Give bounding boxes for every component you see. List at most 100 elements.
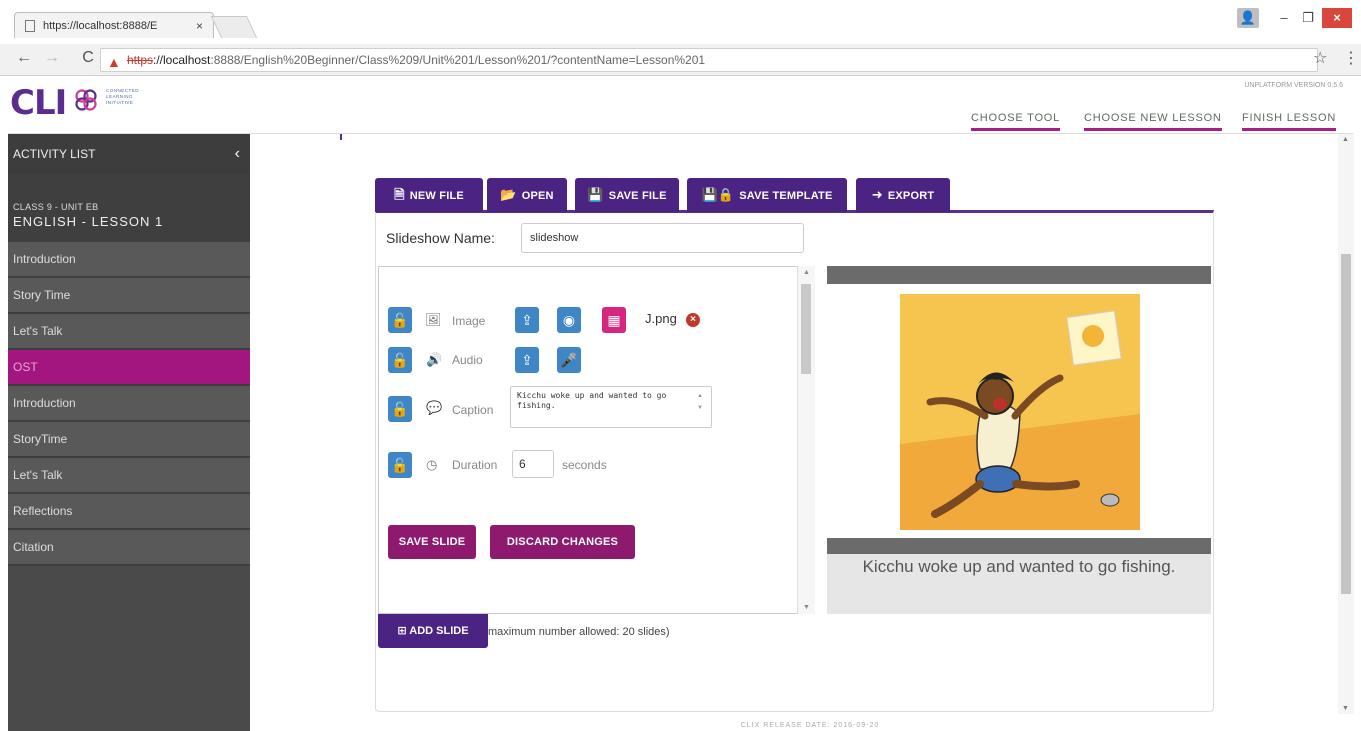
preview-top-bar	[827, 266, 1211, 284]
back-icon[interactable]: ←	[14, 49, 34, 67]
minimize-icon[interactable]: –	[1272, 8, 1296, 28]
page-scroll-thumb[interactable]	[1341, 254, 1351, 594]
caption-lock-icon[interactable]: 🔓	[388, 396, 412, 422]
forward-icon[interactable]: →	[42, 49, 62, 67]
remove-image-icon[interactable]: ×	[686, 313, 700, 327]
activity-sidebar: ACTIVITY LIST ‹ CLASS 9 - UNIT EB ENGLIS…	[8, 134, 250, 731]
image-label: Image	[452, 314, 486, 328]
file-icon: 🗎	[394, 187, 405, 202]
save-file-button[interactable]: 💾 SAVE FILE	[575, 178, 679, 212]
max-slides-note: maximum number allowed: 20 slides)	[488, 626, 670, 638]
reload-icon[interactable]: C	[78, 49, 98, 67]
slide-editor	[378, 266, 815, 614]
audio-lock-icon[interactable]: 🔓	[388, 347, 412, 373]
image-upload-icon[interactable]: ⇪	[515, 307, 539, 333]
scroll-down-icon[interactable]: ▼	[803, 604, 810, 611]
audio-label: Audio	[452, 353, 483, 367]
plus-icon: ⊞	[397, 625, 410, 637]
nav-finish-lesson[interactable]: FINISH LESSON	[1242, 112, 1337, 131]
browser-tab[interactable]: https://localhost:8888/E ×	[14, 12, 214, 38]
sidebar-item-lets-talk[interactable]: Let's Talk	[8, 314, 250, 350]
lesson-title: ENGLISH - LESSON 1	[13, 214, 164, 229]
save-template-label: SAVE TEMPLATE	[739, 190, 833, 202]
duration-input[interactable]	[512, 450, 554, 478]
caption-scroll-arrows[interactable]: ▲ ▼	[697, 390, 703, 414]
activity-list-header: ACTIVITY LIST ‹	[8, 134, 250, 174]
new-file-button[interactable]: 🗎 NEW FILE	[375, 178, 483, 212]
version-label: UNPLATFORM VERSION 0.5.6	[1244, 82, 1343, 89]
duration-lock-icon[interactable]: 🔓	[388, 452, 412, 478]
browser-menu-icon[interactable]: ⋮	[1343, 48, 1359, 68]
logo-flower-icon	[75, 89, 97, 111]
maximize-icon[interactable]: ❐	[1296, 8, 1320, 28]
slide-illustration	[900, 294, 1140, 530]
duration-unit: seconds	[562, 458, 607, 472]
image-icon: 🖼	[425, 312, 442, 327]
app-header: CLI CONNECTED LEARNING INITIATIVE UNPLAT…	[8, 76, 1353, 134]
folder-open-icon: 📂	[500, 187, 517, 202]
image-lock-icon[interactable]: 🔓	[388, 307, 412, 333]
save-file-label: SAVE FILE	[608, 190, 667, 202]
save-template-button[interactable]: 💾🔒 SAVE TEMPLATE	[687, 178, 847, 212]
browser-tab-strip: https://localhost:8888/E × 👤 – ❐ ×	[0, 0, 1361, 44]
sidebar-item-storytime[interactable]: StoryTime	[8, 422, 250, 458]
duration-label: Duration	[452, 458, 498, 472]
tab-close-icon[interactable]: ×	[196, 13, 203, 39]
sidebar-item-citation[interactable]: Citation	[8, 530, 250, 566]
save-slide-button[interactable]: SAVE SLIDE	[388, 525, 476, 559]
tab-title: https://localhost:8888/E	[43, 20, 158, 32]
editor-scroll-thumb[interactable]	[801, 284, 811, 374]
sidebar-item-story-time[interactable]: Story Time	[8, 278, 250, 314]
sidebar-item-ost[interactable]: OST	[8, 350, 250, 386]
audio-upload-icon[interactable]: ⇪	[515, 347, 539, 373]
clock-icon: ◷	[426, 457, 438, 472]
address-bar[interactable]: ▲ https://localhost:8888/English%20Begin…	[100, 48, 1318, 72]
editor-scrollbar[interactable]: ▲ ▼	[797, 266, 815, 614]
new-file-label: NEW FILE	[409, 190, 464, 202]
microphone-icon[interactable]: 🎤	[557, 347, 581, 373]
scroll-up-icon[interactable]: ▲	[803, 269, 810, 276]
speech-bubble-icon: 💬	[426, 400, 443, 415]
sidebar-item-reflections[interactable]: Reflections	[8, 494, 250, 530]
user-icon[interactable]: 👤	[1237, 8, 1259, 28]
nav-choose-new-lesson[interactable]: CHOOSE NEW LESSON	[1084, 112, 1222, 131]
slideshow-name-input[interactable]	[521, 223, 804, 253]
sidebar-item-introduction[interactable]: Introduction	[8, 242, 250, 278]
discard-changes-button[interactable]: DISCARD CHANGES	[490, 525, 635, 559]
camera-icon[interactable]: ◉	[557, 307, 581, 333]
image-filename: J.png	[645, 311, 677, 326]
add-slide-button[interactable]: ⊞ ADD SLIDE	[378, 614, 488, 648]
close-window-icon[interactable]: ×	[1322, 8, 1352, 28]
activity-list-title: ACTIVITY LIST	[13, 147, 96, 161]
page-scroll-down-icon[interactable]: ▼	[1342, 705, 1349, 712]
divider	[340, 134, 342, 140]
sidebar-item-introduction-2[interactable]: Introduction	[8, 386, 250, 422]
url-path: :8888/English%20Beginner/Class%209/Unit%…	[210, 53, 706, 67]
caption-input[interactable]: Kicchu woke up and wanted to go fishing.	[510, 386, 712, 428]
open-button[interactable]: 📂 OPEN	[487, 178, 567, 212]
speaker-icon: 🔊	[426, 352, 443, 367]
page-scroll-up-icon[interactable]: ▲	[1342, 136, 1349, 143]
url-scheme: https	[127, 53, 154, 67]
logo-tagline: CONNECTED LEARNING INITIATIVE	[106, 88, 140, 105]
floppy-lock-icon: 💾🔒	[701, 187, 735, 202]
bookmark-star-icon[interactable]: ☆	[1313, 48, 1327, 68]
class-unit-label: CLASS 9 - UNIT EB	[13, 202, 99, 212]
new-tab-button[interactable]	[210, 16, 258, 38]
caption-label: Caption	[452, 403, 494, 417]
floppy-icon: 💾	[587, 187, 604, 202]
add-slide-label: ADD SLIDE	[409, 625, 469, 637]
release-date: CLIX RELEASE DATE: 2016-09-20	[740, 722, 880, 729]
export-button[interactable]: ➜ EXPORT	[856, 178, 950, 212]
slide-preview: Kicchu woke up and wanted to go fishing.	[827, 266, 1211, 614]
cli-logo: CLI	[10, 83, 67, 123]
nav-choose-tool[interactable]: CHOOSE TOOL	[971, 112, 1061, 131]
image-grid-icon[interactable]: ▦	[602, 307, 626, 333]
sidebar-item-lets-talk-2[interactable]: Let's Talk	[8, 458, 250, 494]
url-host: ://localhost	[153, 53, 211, 67]
page-scrollbar[interactable]: ▲ ▼	[1338, 134, 1354, 714]
export-icon: ➜	[871, 187, 883, 202]
open-label: OPEN	[521, 190, 554, 202]
logo-text: CLI	[10, 83, 67, 123]
collapse-chevron-icon[interactable]: ‹	[235, 134, 240, 174]
